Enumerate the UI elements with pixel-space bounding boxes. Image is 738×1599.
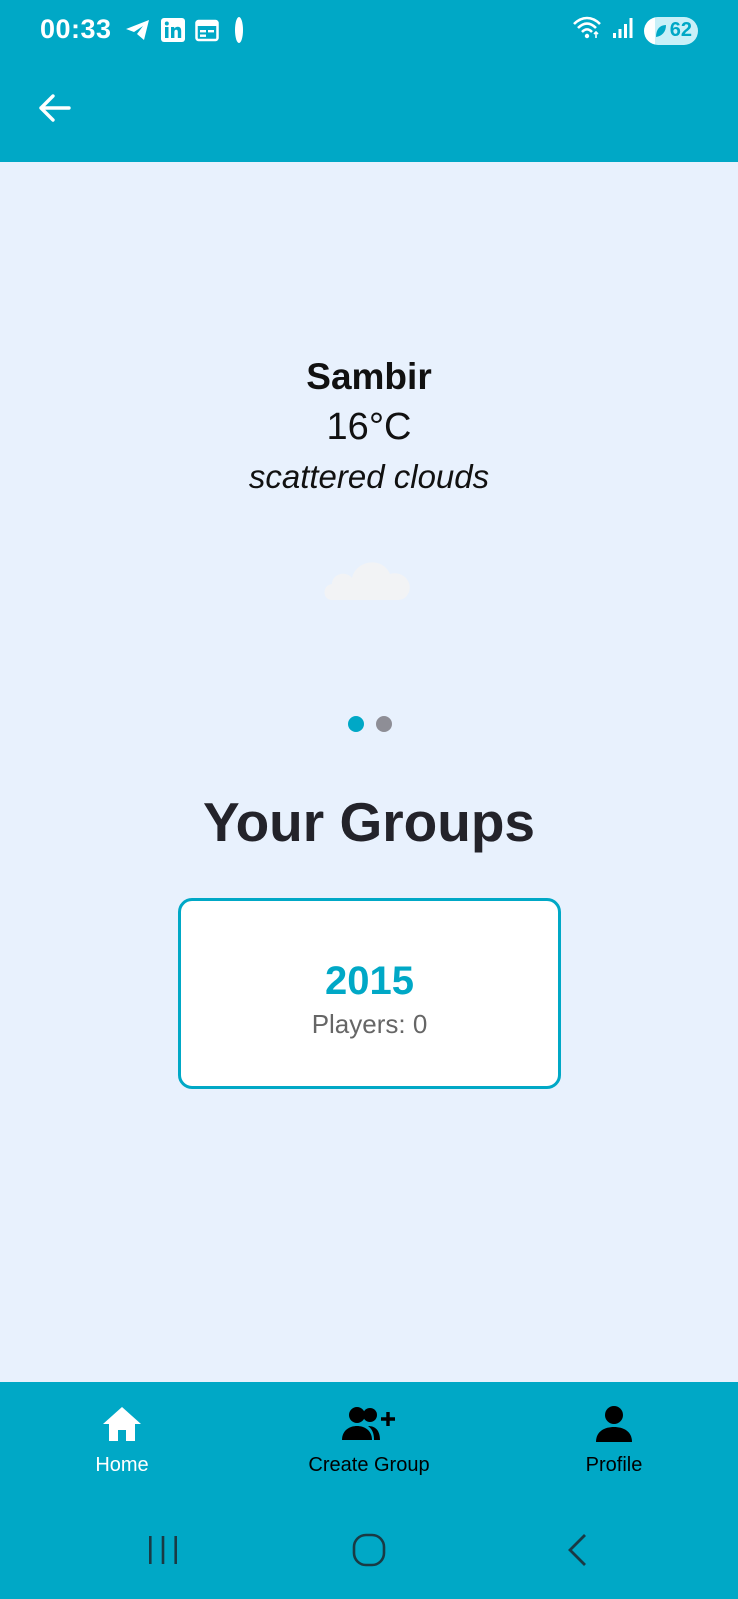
linkedin-icon: [161, 17, 185, 43]
back-button[interactable]: [28, 82, 80, 134]
status-bar: 00:33 62: [0, 0, 738, 62]
status-time: 00:33: [40, 14, 112, 44]
battery-level: 62: [669, 19, 692, 41]
wifi-icon: [572, 16, 602, 45]
weather-city: Sambir: [306, 356, 432, 397]
bottom-navigation: Home Create Group Profile: [0, 1382, 738, 1599]
telegram-icon: [125, 17, 151, 43]
group-card[interactable]: 2015 Players: 0: [178, 898, 561, 1089]
status-system-icons: 62: [572, 16, 698, 45]
system-navigation-bar: [0, 1510, 738, 1590]
calendar-icon: [195, 17, 219, 43]
person-icon: [524, 1400, 704, 1448]
battery-icon: 62: [644, 16, 698, 45]
notification-dot: [235, 17, 243, 43]
carousel-dot[interactable]: [376, 716, 392, 732]
nav-home[interactable]: Home: [32, 1400, 212, 1477]
nav-home-label: Home: [95, 1454, 149, 1476]
carousel-indicator: [348, 716, 392, 732]
home-circle-icon[interactable]: [351, 1530, 387, 1570]
nav-profile[interactable]: Profile: [524, 1400, 704, 1477]
recents-icon[interactable]: [145, 1530, 181, 1570]
weather-description: scattered clouds: [248, 458, 490, 495]
status-notification-icons: [125, 17, 243, 43]
group-name: 2015: [325, 959, 414, 1003]
weather-widget: Sambir 16°C scattered clouds: [0, 352, 738, 502]
add-group-icon: [279, 1400, 459, 1448]
nav-create-group-label: Create Group: [308, 1454, 430, 1476]
carousel-dot-active[interactable]: [348, 716, 364, 732]
signal-icon: [612, 16, 634, 45]
nav-profile-label: Profile: [585, 1454, 643, 1476]
nav-create-group[interactable]: Create Group: [279, 1400, 459, 1477]
home-icon: [32, 1400, 212, 1448]
cloud-icon: [320, 540, 420, 610]
arrow-left-icon: [39, 94, 71, 122]
group-players-count: Players: 0: [311, 1009, 428, 1039]
app-bar: 00:33 62: [0, 0, 738, 162]
back-chevron-icon[interactable]: [562, 1530, 592, 1570]
weather-temperature: 16°C: [326, 406, 412, 448]
groups-heading: Your Groups: [202, 791, 536, 853]
